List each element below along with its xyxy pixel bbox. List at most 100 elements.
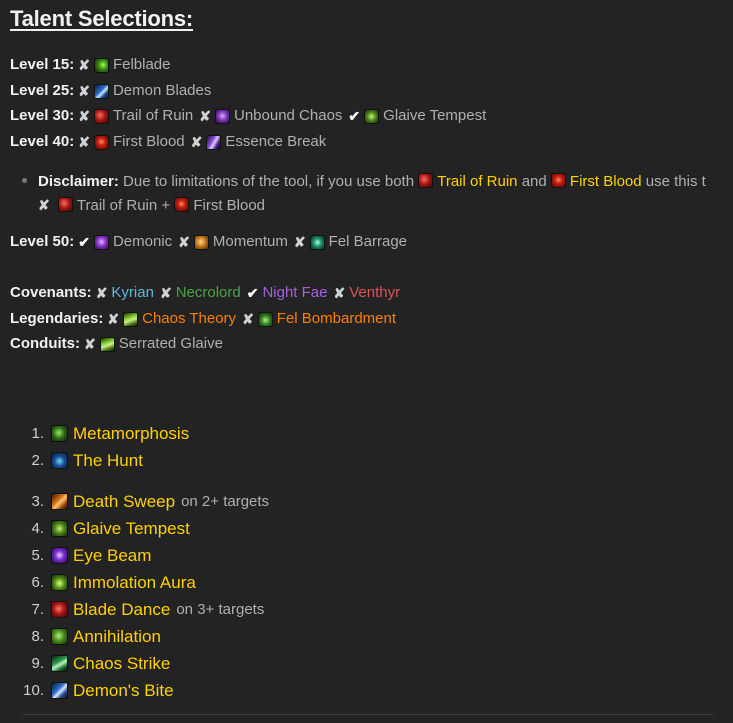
chaos-theory-icon[interactable] [123, 311, 139, 327]
check-mark-icon: ✔ [348, 108, 361, 124]
x-mark-icon: ✘ [333, 285, 346, 301]
list-item: 9. Chaos Strike [10, 650, 510, 677]
list-item-number: 8. [31, 628, 44, 645]
section-divider [22, 714, 714, 715]
talent-row-label: Level 50: [10, 233, 75, 250]
demonic-icon[interactable] [93, 234, 109, 250]
talent-name[interactable]: Trail of Ruin [113, 106, 193, 126]
disclaimer-talent-b[interactable]: First Blood [570, 173, 642, 190]
death-sweep-icon[interactable] [51, 493, 68, 510]
trail-of-ruin-icon[interactable] [418, 173, 434, 188]
talent-name[interactable]: Essence Break [225, 132, 326, 152]
disclaimer-line2-talent-b[interactable]: First Blood [193, 197, 265, 214]
momentum-icon[interactable] [193, 234, 209, 250]
talent-row-level-30: Level 30: ✘ Trail of Ruin ✘ Unbound Chao… [10, 106, 486, 126]
x-mark-icon: ✘ [159, 285, 172, 301]
x-mark-icon: ✘ [293, 234, 306, 250]
list-item-label[interactable]: Eye Beam [73, 546, 151, 566]
disclaimer-talent-a[interactable]: Trail of Ruin [437, 173, 517, 190]
covenants-label: Covenants: [10, 284, 92, 301]
unbound-chaos-icon[interactable] [215, 108, 230, 124]
list-item-label[interactable]: Glaive Tempest [73, 519, 190, 539]
talent-name[interactable]: Glaive Tempest [383, 106, 486, 126]
covenant-venthyr[interactable]: Venthyr [349, 283, 400, 303]
list-item-label[interactable]: The Hunt [73, 451, 143, 471]
the-hunt-icon[interactable] [51, 452, 68, 469]
talent-name[interactable]: Demon Blades [113, 81, 211, 101]
glaive-tempest-icon[interactable] [51, 520, 68, 537]
list-item: 7. Blade Dance on 3+ targets [10, 596, 510, 623]
talent-name[interactable]: Fel Barrage [329, 232, 407, 252]
x-mark-icon: ✘ [78, 57, 90, 73]
talent-row-level-25: Level 25: ✘ Demon Blades [10, 81, 211, 101]
disclaimer-conjunction: and [521, 173, 547, 190]
list-item-number: 10. [23, 682, 44, 699]
talent-name[interactable]: First Blood [113, 132, 185, 152]
covenant-kyrian[interactable]: Kyrian [111, 283, 154, 303]
covenant-necrolord[interactable]: Necrolord [176, 283, 241, 303]
talent-name[interactable]: Unbound Chaos [234, 106, 342, 126]
serrated-glaive-icon[interactable] [99, 336, 115, 352]
list-item-label[interactable]: Demon's Bite [73, 681, 174, 701]
glaive-tempest-icon[interactable] [364, 108, 380, 124]
talent-name[interactable]: Demonic [113, 232, 172, 252]
metamorphosis-icon[interactable] [51, 425, 68, 442]
immolation-aura-icon[interactable] [51, 574, 68, 591]
talent-row-level-15: Level 15: ✘ Felblade [10, 55, 171, 75]
list-item-label[interactable]: Metamorphosis [73, 424, 189, 444]
legendaries-label: Legendaries: [10, 310, 104, 327]
felblade-icon[interactable] [93, 57, 109, 73]
legendary-chaos-theory[interactable]: Chaos Theory [142, 309, 236, 329]
list-item-number: 1. [31, 425, 44, 442]
fel-bombardment-icon[interactable] [257, 311, 273, 327]
list-item-label[interactable]: Annihilation [73, 627, 161, 647]
list-item-label[interactable]: Blade Dance [73, 600, 170, 620]
x-mark-icon: ✘ [38, 197, 50, 213]
priority-rotation-list: 1. Metamorphosis 2. The Hunt 3. Death Sw… [10, 420, 510, 704]
list-item-number: 6. [31, 574, 44, 591]
annihilation-icon[interactable] [51, 628, 68, 645]
x-mark-icon: ✘ [107, 311, 120, 327]
disclaimer-line-1: Disclaimer: Due to limitations of the to… [38, 171, 733, 193]
x-mark-icon: ✘ [95, 285, 108, 301]
first-blood-icon[interactable] [174, 197, 190, 212]
page-title: Talent Selections: [10, 6, 194, 31]
blade-dance-icon[interactable] [51, 601, 68, 618]
disclaimer-text-after: use this t [645, 173, 706, 190]
eye-beam-icon[interactable] [51, 547, 68, 564]
disclaimer-block: Disclaimer: Due to limitations of the to… [18, 171, 733, 217]
talent-name[interactable]: Momentum [213, 232, 288, 252]
covenant-night-fae[interactable]: Night Fae [262, 283, 327, 303]
disclaimer-text-before: Due to limitations of the tool, if you u… [123, 173, 415, 190]
disclaimer-label: Disclaimer: [38, 173, 119, 190]
essence-break-icon[interactable] [206, 134, 222, 150]
list-item-label[interactable]: Death Sweep [73, 492, 175, 512]
demon-blades-icon[interactable] [93, 83, 109, 99]
conduits-label: Conduits: [10, 335, 80, 352]
first-blood-icon[interactable] [550, 173, 566, 188]
demons-bite-icon[interactable] [51, 682, 68, 699]
trail-of-ruin-icon[interactable] [93, 108, 109, 124]
list-item: 2. The Hunt [10, 447, 510, 474]
talent-row-label: Level 25: [10, 82, 75, 99]
guide-page: Talent Selections: Level 15: ✘ Felblade … [0, 0, 733, 723]
list-item-number: 4. [31, 520, 44, 537]
disclaimer-plus: + [161, 197, 171, 214]
first-blood-icon[interactable] [93, 134, 109, 150]
chaos-strike-icon[interactable] [51, 655, 68, 672]
legendary-fel-bombardment[interactable]: Fel Bombardment [277, 309, 396, 329]
list-item-label[interactable]: Chaos Strike [73, 654, 170, 674]
conduit-serrated-glaive[interactable]: Serrated Glaive [119, 334, 223, 354]
list-item: 5. Eye Beam [10, 542, 510, 569]
list-item-label[interactable]: Immolation Aura [73, 573, 196, 593]
x-mark-icon: ✘ [190, 134, 203, 150]
talent-row-level-50: Level 50: ✔ Demonic ✘ Momentum ✘ Fel Bar… [10, 232, 407, 252]
list-item-note: on 2+ targets [181, 493, 270, 510]
fel-barrage-icon[interactable] [309, 234, 325, 250]
trail-of-ruin-icon[interactable] [57, 197, 73, 212]
list-item-number: 3. [31, 493, 44, 510]
talent-name[interactable]: Felblade [113, 55, 171, 75]
list-item-number: 5. [31, 547, 44, 564]
list-item-number: 9. [31, 655, 44, 672]
disclaimer-line2-talent-a[interactable]: Trail of Ruin [77, 197, 157, 214]
